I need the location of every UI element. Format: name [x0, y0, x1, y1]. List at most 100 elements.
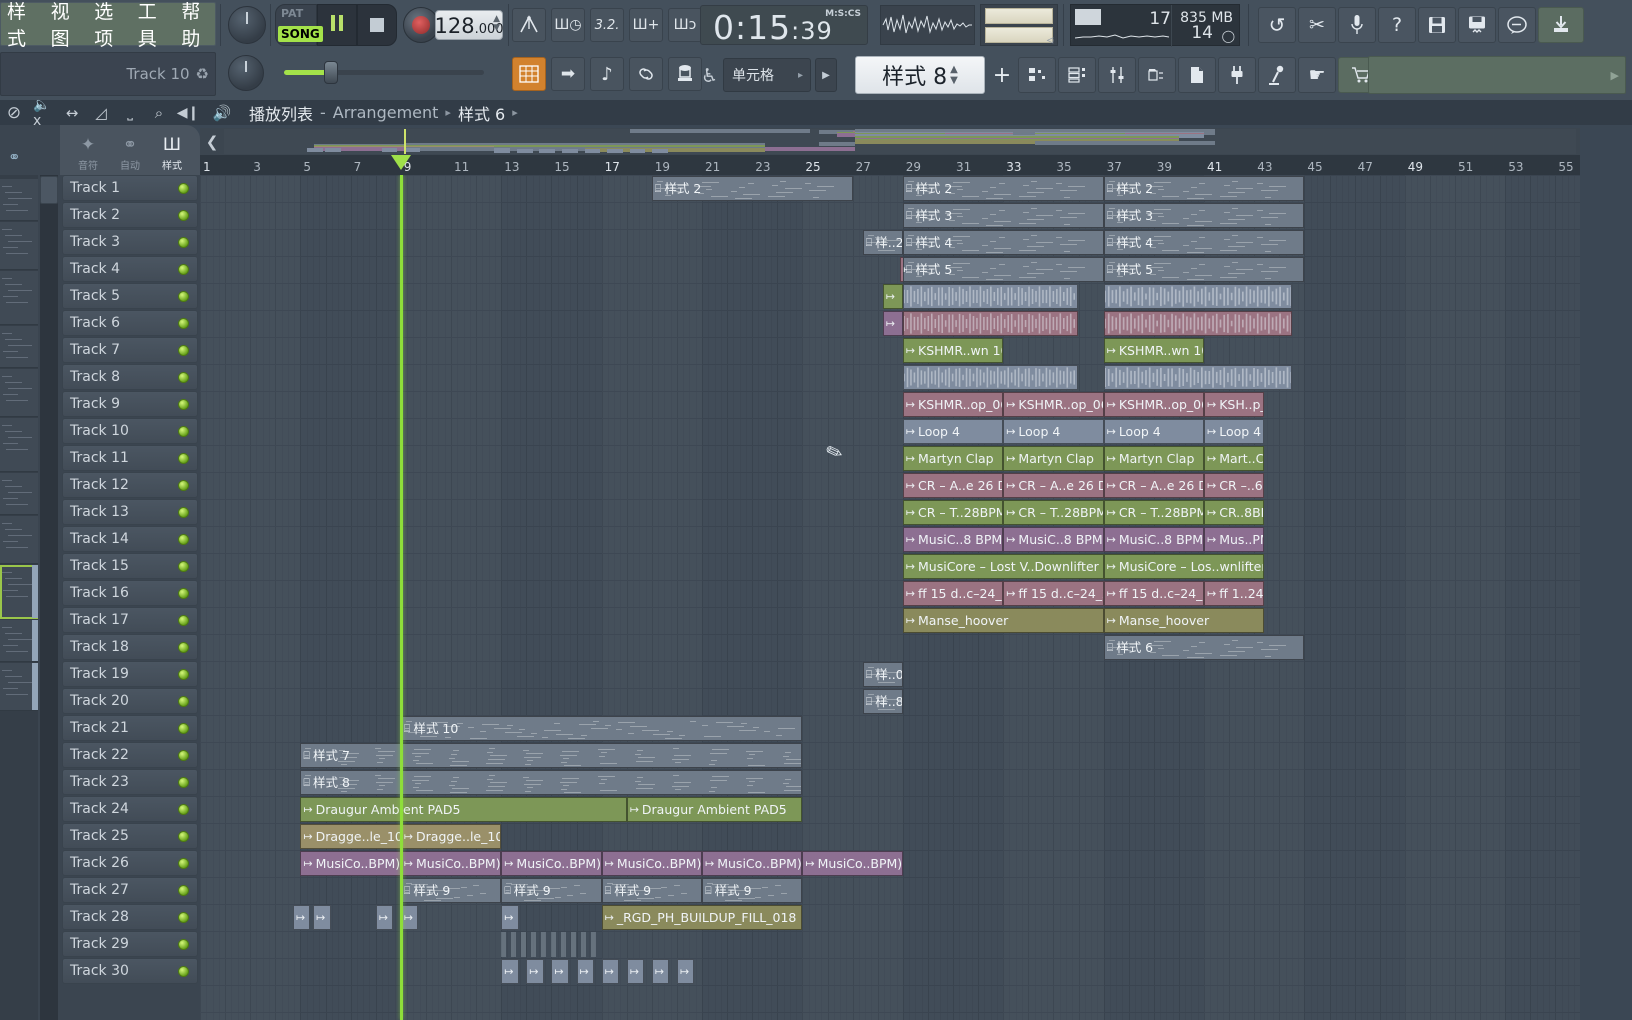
playlist-clip[interactable]: ↦ MusiC..8 BPM) [1003, 527, 1104, 552]
pattern-preview[interactable] [0, 516, 38, 564]
trash-icon[interactable]: ♻ [196, 65, 209, 83]
pattern-preview[interactable] [0, 418, 38, 472]
browser-icon[interactable] [1138, 57, 1176, 93]
refresh-icon[interactable]: ↺ [1258, 7, 1296, 43]
pattern-preview[interactable] [0, 369, 38, 417]
tempo-field[interactable]: 128 .000 ▲ ▼ [434, 10, 504, 40]
track-enable-led[interactable] [178, 533, 189, 545]
track-header[interactable]: Track 12 [62, 472, 198, 498]
metronome-icon[interactable] [512, 8, 546, 42]
track-header[interactable]: Track 28 [62, 904, 198, 930]
playlist-clip[interactable]: ↦ [601, 959, 620, 984]
overlay-notes-icon[interactable]: Ш+ [629, 8, 663, 42]
step-sequencer-arrow-icon[interactable]: ➡ [551, 57, 585, 91]
playlist-clip[interactable]: ⌸ 样式 2 [902, 176, 1104, 201]
playlist-clip[interactable]: ↦ [551, 959, 569, 984]
playlist-icon[interactable] [1018, 57, 1056, 93]
playlist-clip[interactable]: ↦ ff 15 d..c–24_2 [1103, 581, 1204, 606]
track-header[interactable]: Track 29 [62, 931, 198, 957]
slice-tool-icon[interactable]: ◿ [91, 103, 111, 123]
playlist-clip[interactable]: ↦ ff 15 d..c–24_2 [1003, 581, 1104, 606]
track-header[interactable]: Track 16 [62, 580, 198, 606]
step-sequencer-icon[interactable] [1058, 57, 1096, 93]
playlist-clip[interactable]: ↦ MusiCo..BPM) [702, 851, 803, 876]
playlist-clip[interactable]: ↦Dragge..le_100 [300, 824, 401, 849]
pattern-song-toggle[interactable]: PAT SONG [275, 4, 323, 46]
playlist-clip[interactable]: ↦ CR – T..28BPM [1003, 500, 1104, 525]
track-enable-led[interactable] [178, 749, 189, 761]
project-icon[interactable] [1178, 57, 1216, 93]
track-enable-led[interactable] [178, 776, 189, 788]
pattern-preview[interactable] [0, 179, 38, 221]
pattern-preview[interactable] [0, 473, 38, 515]
track-header[interactable]: Track 18 [62, 634, 198, 660]
playlist-clip[interactable]: ↦ Loop 4 [1204, 419, 1265, 444]
hand-icon[interactable]: ☛ [1298, 57, 1336, 93]
track-header[interactable]: Track 4 [62, 256, 198, 282]
track-enable-led[interactable] [178, 263, 189, 275]
playlist-clip[interactable]: ⌸ 样式 9 [601, 878, 702, 903]
track-enable-led[interactable] [178, 965, 189, 977]
playlist-grid[interactable]: ⌸ 样式 2 ⌸ 样式 2 ⌸ 样式 2 ⌸ 样式 3 ⌸ 样式 3 ⌸ 样..2 ⌸ 样式 4 ⌸ 样式 4… [200, 175, 1580, 1020]
time-display[interactable]: 0:15:39 M:S:CS [700, 5, 868, 47]
track-header[interactable]: Track 25 [62, 823, 198, 849]
playlist-clip[interactable]: ↦CR –..6 D# [1204, 473, 1265, 498]
disable-tool-icon[interactable]: ⊘ [4, 103, 24, 123]
speaker-icon[interactable]: 🔊 [212, 103, 232, 123]
track-header[interactable]: Track 24 [62, 796, 198, 822]
overview-canvas[interactable] [224, 129, 1576, 154]
menu-item-help[interactable]: 帮助 [181, 0, 215, 51]
playlist-clip[interactable]: ↦ [576, 959, 595, 984]
headphones-icon[interactable]: ♿ [701, 65, 718, 87]
track-header[interactable]: Track 21 [62, 715, 198, 741]
resize-tool-icon[interactable]: ↔ [62, 103, 82, 123]
playlist-clip[interactable]: ↦ MusiC..8 BPM) [1103, 527, 1204, 552]
playlist-clip[interactable]: ↦ MusiCo..BPM) [400, 851, 502, 876]
playlist-clip[interactable]: ↦ MusiC..8 BPM) [902, 527, 1004, 552]
track-header[interactable]: Track 23 [62, 769, 198, 795]
menu-item-options[interactable]: 选项 [94, 0, 128, 51]
tab-automation[interactable]: ⚭ 自动 [108, 133, 152, 172]
select-tool-icon[interactable]: ⎵ [120, 103, 140, 123]
tab-audio[interactable]: ✦ 音符 [66, 133, 110, 172]
track-header[interactable]: Track 19 [62, 661, 198, 687]
track-header[interactable]: Track 22 [62, 742, 198, 768]
save-as-icon[interactable] [1458, 7, 1496, 43]
playlist-clip[interactable]: ↦ [375, 905, 394, 930]
pattern-spinner[interactable]: ▲ ▼ [950, 64, 958, 86]
playlist-overview[interactable]: ❮ [200, 128, 1580, 155]
playlist-clip[interactable]: ↦ _RGD_PH_BUILDUP_FILL_018 [601, 905, 803, 930]
track-enable-led[interactable] [178, 182, 189, 194]
collapse-icon[interactable]: ❮ [202, 132, 222, 152]
playlist-clip[interactable]: ↦ CR – T..28BPM [1103, 500, 1204, 525]
track-enable-led[interactable] [178, 398, 189, 410]
playlist-clip[interactable]: ⌸ 样式 10 [400, 716, 803, 741]
comment-icon[interactable] [1498, 7, 1536, 43]
track-header[interactable]: Track 9 [62, 391, 198, 417]
export-icon[interactable] [1538, 7, 1584, 43]
track-enable-led[interactable] [178, 587, 189, 599]
play-pause-button[interactable] [317, 4, 357, 46]
master-volume-slider[interactable] [284, 61, 484, 84]
playlist-clip[interactable]: ↦ MusiCo..BPM) [601, 851, 702, 876]
playlist-clip[interactable]: ↦ CR – T..28BPM [902, 500, 1004, 525]
track-enable-led[interactable] [178, 830, 189, 842]
stop-button[interactable] [357, 4, 397, 46]
playlist-clip[interactable]: ↦CR – A..e 26 D# [1003, 473, 1104, 498]
playlist-clip[interactable]: ↦Mart..Clap [1204, 446, 1265, 471]
playlist-clip[interactable]: ⌸ 样式 8 [300, 770, 803, 795]
playlist-clip[interactable]: ⌸ 样..8 [862, 689, 903, 714]
playlist-clip[interactable]: ↦ [526, 959, 544, 984]
playlist-clip[interactable]: ↦ MusiCore – Lost V..Downlifter – 4 [902, 554, 1104, 579]
playlist-clip[interactable]: ↦MusiCore – Los..wnlifter – 4 [1103, 554, 1265, 579]
track-enable-led[interactable] [178, 344, 189, 356]
master-pitch-knob[interactable] [228, 6, 266, 44]
track-header[interactable]: Track 15 [62, 553, 198, 579]
typing-keyboard-icon[interactable] [668, 57, 702, 91]
timeline-ruler[interactable]: 1 3 5 7 9 11 13 15 17 19 21 23 25 27 29 31 33 35 37 39 41 43 4… [200, 155, 1580, 175]
playlist-clip[interactable]: ↦ Manse_hoover [902, 608, 1104, 633]
playlist-clip[interactable] [1103, 311, 1292, 336]
arrangement-name[interactable]: Arrangement [333, 103, 439, 122]
playlist-clip[interactable]: ↦ [400, 905, 419, 930]
track-header[interactable]: Track 10 [62, 418, 198, 444]
